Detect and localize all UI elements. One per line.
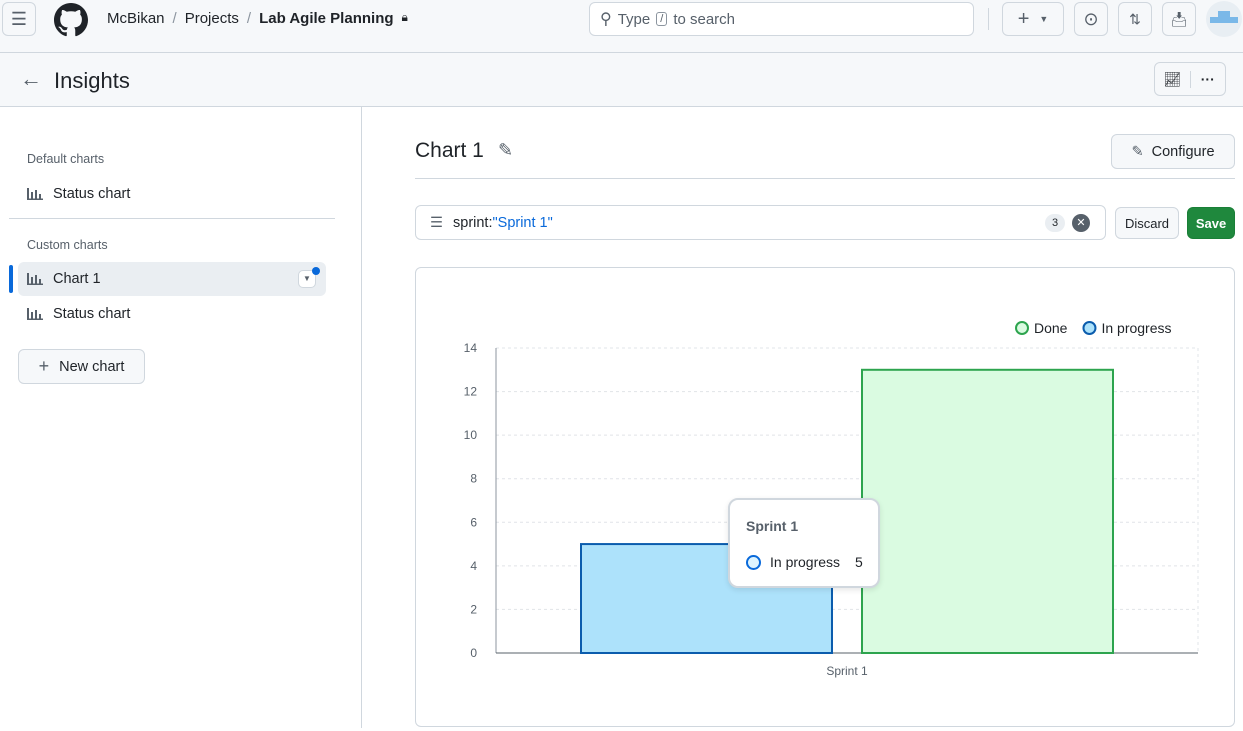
chart-tooltip: Sprint 1 In progress 5: [728, 498, 880, 588]
legend-label: In progress: [1101, 320, 1171, 336]
insights-header: ← Insights 📈︎ ···: [0, 53, 1243, 107]
issues-button[interactable]: ⊙: [1074, 2, 1108, 36]
sidebar: Default charts Status chart Custom chart…: [0, 107, 362, 728]
breadcrumb: McBikan / Projects / Lab Agile Planning 🔒︎: [107, 10, 408, 27]
view-actions: 📈︎ ···: [1154, 62, 1226, 96]
pencil-icon: ✎: [1131, 143, 1144, 160]
plus-icon: +: [1017, 7, 1030, 30]
y-tick-label: 14: [464, 341, 478, 355]
search-input[interactable]: ⚲ Type / to search: [589, 2, 974, 36]
tooltip-value: 5: [855, 554, 863, 570]
bar-chart-icon: [27, 273, 43, 286]
menu-button[interactable]: ☰: [2, 2, 36, 36]
save-button[interactable]: Save: [1187, 207, 1235, 239]
y-tick-label: 4: [470, 559, 477, 573]
legend-label: Done: [1034, 320, 1068, 336]
active-indicator: [9, 265, 13, 293]
x-tick-label: Sprint 1: [826, 664, 868, 678]
pull-request-icon: ⇅: [1129, 10, 1141, 27]
breadcrumb-project[interactable]: Lab Agile Planning: [259, 10, 393, 27]
search-icon: ⚲: [600, 11, 612, 28]
bar-chart-icon: [27, 308, 43, 321]
breadcrumb-owner[interactable]: McBikan: [107, 10, 165, 27]
github-logo-icon[interactable]: [54, 3, 88, 37]
issue-circle-icon: ⊙: [1083, 8, 1099, 29]
avatar[interactable]: [1206, 1, 1242, 37]
sidebar-item-custom-status-chart[interactable]: Status chart: [18, 297, 326, 331]
new-chart-button[interactable]: + New chart: [18, 349, 145, 384]
bar-chart-icon: [27, 188, 43, 201]
y-tick-label: 0: [470, 646, 477, 660]
more-options-icon[interactable]: ···: [1191, 71, 1226, 87]
discard-button[interactable]: Discard: [1115, 207, 1179, 239]
inbox-button[interactable]: 📥︎: [1162, 2, 1196, 36]
hamburger-icon: ☰: [10, 8, 28, 29]
bar-done: [861, 368, 1114, 655]
unsaved-dot: [312, 267, 320, 275]
lock-icon: 🔒︎: [401, 10, 408, 24]
create-new-button[interactable]: + ▼: [1002, 2, 1064, 36]
top-bar: ☰ McBikan / Projects / Lab Agile Planning 🔒…: [0, 0, 1243, 53]
tooltip-series: In progress: [770, 554, 841, 570]
edit-title-icon[interactable]: ✎: [498, 140, 513, 161]
default-charts-heading: Default charts: [27, 152, 105, 166]
y-tick-label: 10: [464, 428, 478, 442]
y-tick-label: 6: [470, 515, 477, 529]
legend-marker-icon: [1082, 321, 1097, 335]
in-progress-marker-icon: [746, 555, 761, 570]
chart-panel: 0 2 4 6 8 10 12 14 Sprint 1 Done In progress: [415, 267, 1235, 727]
chart-title: Chart 1: [415, 139, 484, 162]
filter-input[interactable]: ☰ sprint: "Sprint 1" 3 ✕: [415, 205, 1106, 240]
chart-icon[interactable]: 📈︎: [1155, 70, 1191, 88]
sidebar-item-default-status-chart[interactable]: Status chart: [18, 177, 326, 211]
y-tick-label: 12: [464, 385, 478, 399]
inbox-icon: 📥︎: [1170, 10, 1188, 27]
y-tick-label: 2: [470, 602, 477, 616]
y-tick-label: 8: [470, 472, 477, 486]
caret-down-icon: ▼: [1039, 14, 1049, 24]
pull-requests-button[interactable]: ⇅: [1118, 2, 1152, 36]
filter-count-badge: 3: [1045, 214, 1065, 232]
filter-icon: ☰: [430, 214, 443, 231]
back-arrow-icon[interactable]: ←: [20, 66, 42, 92]
legend-marker-icon: [1015, 321, 1029, 335]
page-title: Insights: [54, 68, 130, 93]
configure-button[interactable]: ✎ Configure: [1111, 134, 1235, 169]
sidebar-item-chart-1[interactable]: Chart 1 ▼: [18, 262, 326, 296]
tooltip-title: Sprint 1: [746, 518, 799, 534]
breadcrumb-projects[interactable]: Projects: [185, 10, 239, 27]
custom-charts-heading: Custom charts: [27, 238, 108, 252]
clear-filter-icon[interactable]: ✕: [1072, 214, 1090, 232]
plus-icon: +: [38, 356, 50, 376]
